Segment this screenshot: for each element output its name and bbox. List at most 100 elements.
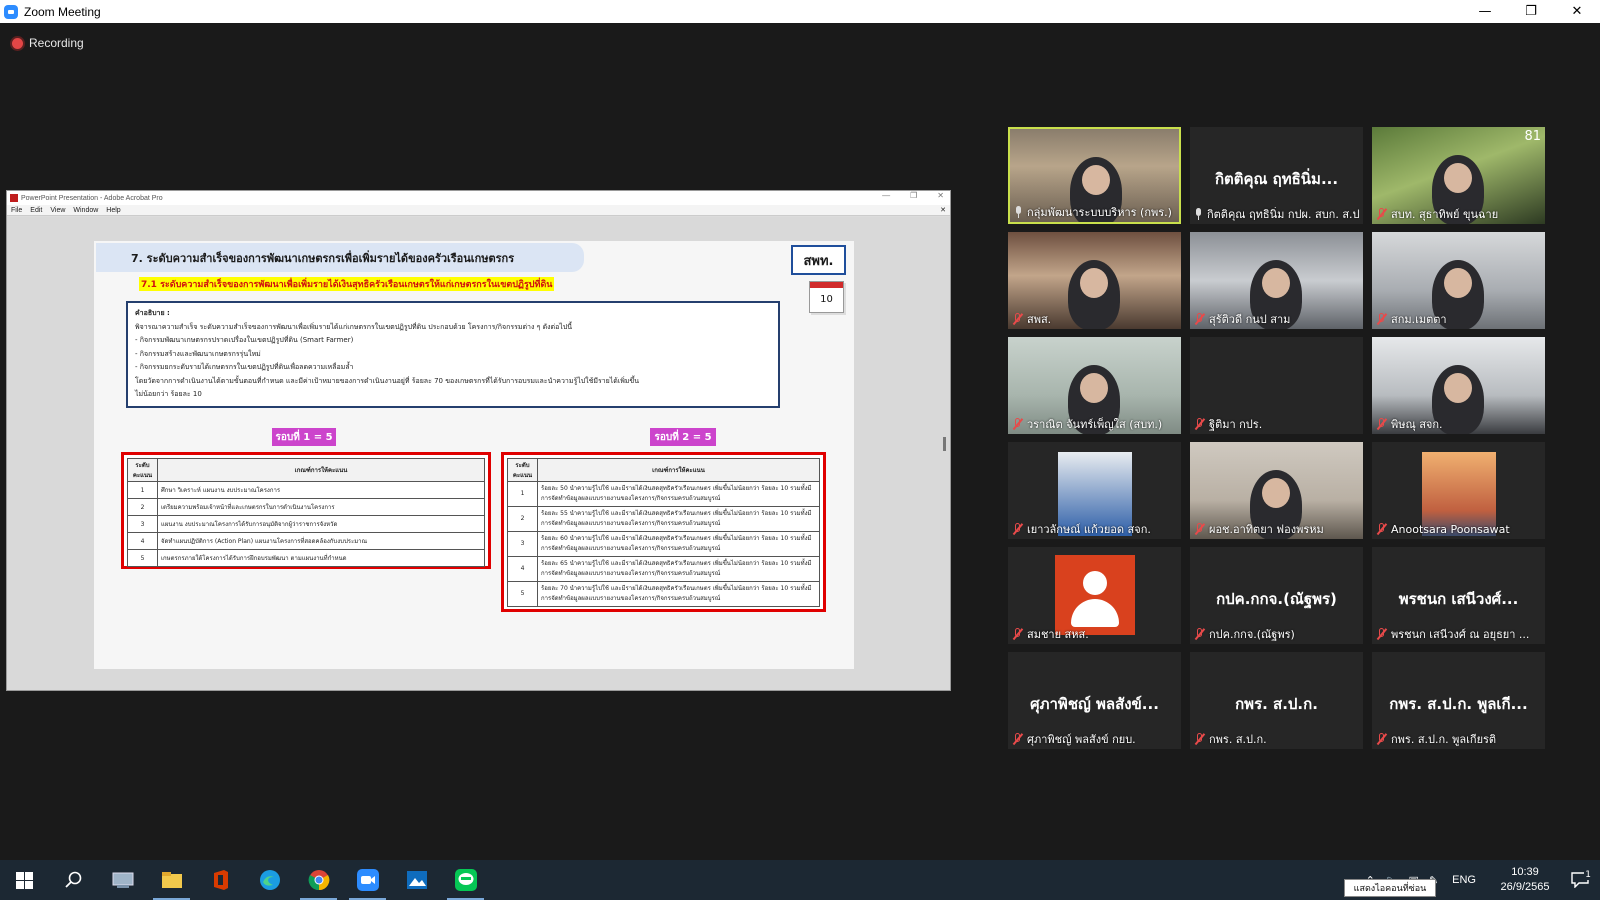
table-row: 3 แผนงาน งบประมาณโครงการได้รับการอนุมัติจ…: [127, 515, 485, 533]
org-badge: สพท.: [791, 245, 846, 275]
notification-count: 1: [1584, 870, 1592, 880]
participant-tile[interactable]: สพส.: [1008, 232, 1181, 329]
restore-button[interactable]: ❐: [1508, 0, 1554, 23]
search-icon[interactable]: [49, 860, 98, 900]
slide: 7. ระดับความสำเร็จของการพัฒนาเกษตรกรเพื่…: [94, 241, 854, 669]
level-cell: 4: [127, 532, 158, 550]
recording-indicator[interactable]: Recording: [12, 36, 84, 50]
participant-name: สกม.เมตตา: [1391, 313, 1447, 326]
acrobat-window-title: PowerPoint Presentation - Adobe Acrobat …: [21, 194, 163, 202]
round-2-table: ระดับคะแนน เกณฑ์การให้คะแนน 1 ร้อยละ 50 น…: [501, 452, 826, 612]
windows-start-icon[interactable]: [0, 860, 49, 900]
minimize-button[interactable]: —: [1462, 0, 1508, 23]
table-row: 4 ร้อยละ 65 นำความรู้ไปใช้ และมีรายได้เงิ…: [507, 556, 820, 582]
participant-name-label: กิตติคุณ ฤทธินิ่ม กปผ. สบก. ส.ป...: [1194, 207, 1359, 221]
edge-icon[interactable]: [245, 860, 294, 900]
criteria-cell: ร้อยละ 60 นำความรู้ไปใช้ และมีรายได้เงิน…: [537, 531, 820, 557]
menu-help[interactable]: Help: [106, 207, 120, 214]
menu-edit[interactable]: Edit: [30, 207, 42, 214]
participant-name: กพร. ส.ป.ก. พูลเกียรติ: [1391, 733, 1497, 746]
mic-icon: [1194, 208, 1203, 220]
line-app-icon[interactable]: [441, 860, 490, 900]
mic-muted-icon: [1376, 208, 1387, 220]
participant-name-label: ฐิติมา กปร.: [1194, 417, 1359, 431]
criteria-cell: ร้อยละ 70 นำความรู้ไปใช้ และมีรายได้เงิน…: [537, 581, 820, 607]
participant-tile[interactable]: ฐิติมา กปร.: [1190, 337, 1363, 434]
table-header-level: ระดับคะแนน: [507, 458, 538, 482]
participant-name: กลุ่มพัฒนาระบบบริหาร (กพร.): [1027, 206, 1172, 219]
participant-tile[interactable]: กลุ่มพัฒนาระบบบริหาร (กพร.): [1008, 127, 1181, 224]
menu-window[interactable]: Window: [73, 207, 98, 214]
criteria-cell: แผนงาน งบประมาณโครงการได้รับการอนุมัติจา…: [157, 515, 485, 533]
menu-file[interactable]: File: [11, 207, 22, 214]
participant-tile[interactable]: เยาวลักษณ์ แก้วยอด สจก.: [1008, 442, 1181, 539]
participant-tile[interactable]: พรชนก เสนีวงศ์... พรชนก เสนีวงศ์ ณ อยุธยา…: [1372, 547, 1545, 644]
level-cell: 3: [507, 531, 538, 557]
document-scrollbar[interactable]: [943, 437, 946, 451]
participant-tile[interactable]: กพร. ส.ป.ก. พูลเกี... กพร. ส.ป.ก. พูลเกีย…: [1372, 652, 1545, 749]
participant-name-label: พรชนก เสนีวงศ์ ณ อยุธยา ...: [1376, 627, 1541, 641]
table-row: 3 ร้อยละ 60 นำความรู้ไปใช้ และมีรายได้เงิ…: [507, 531, 820, 557]
file-explorer-icon[interactable]: [147, 860, 196, 900]
participant-tile[interactable]: สมชาย สหส.: [1008, 547, 1181, 644]
avatar-head-icon: [1083, 571, 1107, 595]
participant-name-label: Anootsara Poonsawat: [1376, 522, 1541, 536]
participant-name: กิตติคุณ ฤทธินิ่ม กปผ. สบก. ส.ป...: [1207, 208, 1359, 221]
participant-name-label: เยาวลักษณ์ แก้วยอด สจก.: [1012, 522, 1177, 536]
participant-tile[interactable]: กปค.กกจ.(ณัฐพร) กปค.กกจ.(ณัฐพร): [1190, 547, 1363, 644]
participant-name: พรชนก เสนีวงศ์ ณ อยุธยา ...: [1391, 628, 1530, 641]
menu-close-icon[interactable]: ✕: [940, 206, 946, 214]
description-line: พิจารณาความสำเร็จ ระดับความสำเร็จของการพ…: [135, 322, 573, 331]
table-row: 1 ศึกษา วิเคราะห์ แผนงาน งบประมาณโครงการ: [127, 481, 485, 499]
participant-tile[interactable]: กพร. ส.ป.ก. กพร. ส.ป.ก.: [1190, 652, 1363, 749]
participant-name-label: กพร. ส.ป.ก. พูลเกียรติ: [1376, 732, 1541, 746]
participant-face: [1080, 373, 1108, 403]
menu-view[interactable]: View: [50, 207, 65, 214]
mic-muted-icon: [1194, 523, 1205, 535]
participant-tile[interactable]: สุรัติวดี กนป สาม: [1190, 232, 1363, 329]
participant-tile[interactable]: 81 สบท. สุธาทิพย์ ขุนฉาย: [1372, 127, 1545, 224]
participant-display-name: กิตติคุณ ฤทธินิ่ม...: [1214, 170, 1339, 188]
mic-muted-icon: [1194, 733, 1205, 745]
description-box: คำอธิบาย : พิจารณาความสำเร็จ ระดับความสำ…: [126, 301, 780, 408]
zoom-taskbar-icon[interactable]: [343, 860, 392, 900]
acrobat-minimize-icon[interactable]: —: [882, 191, 890, 200]
participant-name: ผอช.อาทิตยา ฟองพรหม: [1209, 523, 1324, 536]
gallery-page-count: 81: [1524, 129, 1541, 144]
participant-display-name: กปค.กกจ.(ณัฐพร): [1216, 590, 1337, 608]
mic-muted-icon: [1012, 628, 1023, 640]
input-language[interactable]: ENG: [1452, 874, 1476, 886]
acrobat-window-controls: — ❐ ✕: [882, 191, 944, 200]
clock[interactable]: 10:39 26/9/2565: [1490, 865, 1560, 895]
criteria-cell: ศึกษา วิเคราะห์ แผนงาน งบประมาณโครงการ: [157, 481, 485, 499]
task-view-icon[interactable]: [98, 860, 147, 900]
acrobat-title-bar: PowerPoint Presentation - Adobe Acrobat …: [7, 191, 950, 205]
participant-tile[interactable]: ศุภาพิชญ์ พลสังข์... ศุภาพิชญ์ พลสังข์ กย…: [1008, 652, 1181, 749]
participant-tile[interactable]: กิตติคุณ ฤทธินิ่ม... กิตติคุณ ฤทธินิ่ม กป…: [1190, 127, 1363, 224]
participant-name: กพร. ส.ป.ก.: [1209, 733, 1267, 746]
criteria-cell: เตรียมความพร้อมเจ้าหน้าที่และเกษตรกรในกา…: [157, 498, 485, 516]
participant-tile[interactable]: วราณิต จันทร์เพ็ญใส (สบท.): [1008, 337, 1181, 434]
office-icon[interactable]: [196, 860, 245, 900]
acrobat-restore-icon[interactable]: ❐: [910, 191, 917, 200]
level-cell: 2: [507, 506, 538, 532]
participant-face: [1082, 165, 1110, 195]
mic-muted-icon: [1376, 313, 1387, 325]
participant-tile[interactable]: Anootsara Poonsawat: [1372, 442, 1545, 539]
level-cell: 3: [127, 515, 158, 533]
participant-tile[interactable]: สกม.เมตตา: [1372, 232, 1545, 329]
participant-tile[interactable]: พิษณุ สจก.: [1372, 337, 1545, 434]
participant-tile[interactable]: ผอช.อาทิตยา ฟองพรหม: [1190, 442, 1363, 539]
table-row: 4 จัดทำแผนปฏิบัติการ (Action Plan) แผนงาน…: [127, 532, 485, 550]
slide-title: 7. ระดับความสำเร็จของการพัฒนาเกษตรกรเพื่…: [96, 243, 584, 272]
notification-center-icon[interactable]: 1: [1560, 870, 1600, 888]
acrobat-close-icon[interactable]: ✕: [937, 191, 944, 200]
page-number-icon: 10: [809, 281, 844, 313]
shared-screen[interactable]: PowerPoint Presentation - Adobe Acrobat …: [6, 190, 951, 691]
slide-subtitle: 7.1 ระดับความสำเร็จของการพัฒนาเพื่อเพิ่ม…: [139, 277, 555, 291]
chrome-icon[interactable]: [294, 860, 343, 900]
participant-name: พิษณุ สจก.: [1391, 418, 1443, 431]
close-button[interactable]: ✕: [1554, 0, 1600, 23]
photos-icon[interactable]: [392, 860, 441, 900]
clock-date: 26/9/2565: [1500, 881, 1550, 893]
